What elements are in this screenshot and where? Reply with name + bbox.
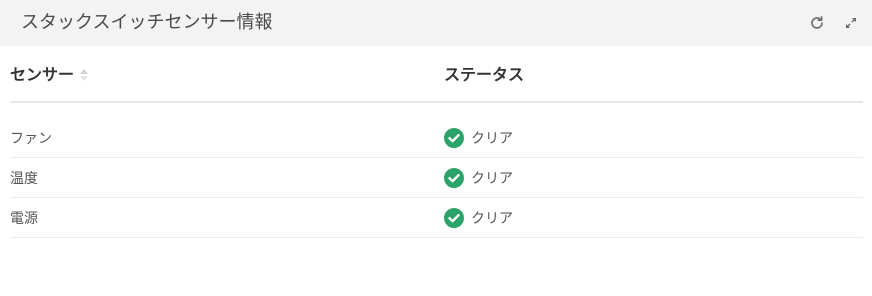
table-row: 電源 クリア xyxy=(10,198,863,238)
status-column-header: ステータス xyxy=(444,64,524,86)
table-header: センサー ステータス xyxy=(10,46,863,103)
status-text: クリア xyxy=(471,211,513,227)
sensor-column-header[interactable]: センサー xyxy=(10,64,89,86)
refresh-icon[interactable] xyxy=(807,13,827,33)
status-text: クリア xyxy=(471,171,513,187)
status-column-label: ステータス xyxy=(444,65,525,84)
check-circle-icon xyxy=(444,128,464,148)
expand-icon[interactable] xyxy=(841,13,861,33)
status-cell: クリア xyxy=(444,118,513,158)
status-cell: クリア xyxy=(444,158,513,198)
check-circle-icon xyxy=(444,168,464,188)
table-row: ファン クリア xyxy=(10,118,863,158)
sensor-name: ファン xyxy=(10,131,52,147)
sensor-name: 電源 xyxy=(10,211,38,227)
table-row: 温度 クリア xyxy=(10,158,863,198)
sensor-table: センサー ステータス ファン クリア 温度 クリア 電源 クリア xyxy=(10,46,863,238)
sort-icon[interactable] xyxy=(80,68,89,82)
stack-switch-sensor-panel: スタックスイッチセンサー情報 センサー ステータス ファン クリア 温度 クリア… xyxy=(0,0,872,296)
status-text: クリア xyxy=(471,131,513,147)
sensor-name: 温度 xyxy=(10,171,38,187)
check-circle-icon xyxy=(444,208,464,228)
sensor-column-label: センサー xyxy=(10,65,75,84)
panel-title: スタックスイッチセンサー情報 xyxy=(21,12,273,33)
table-body: ファン クリア 温度 クリア 電源 クリア xyxy=(10,103,863,238)
panel-header: スタックスイッチセンサー情報 xyxy=(0,0,872,46)
status-cell: クリア xyxy=(444,198,513,238)
